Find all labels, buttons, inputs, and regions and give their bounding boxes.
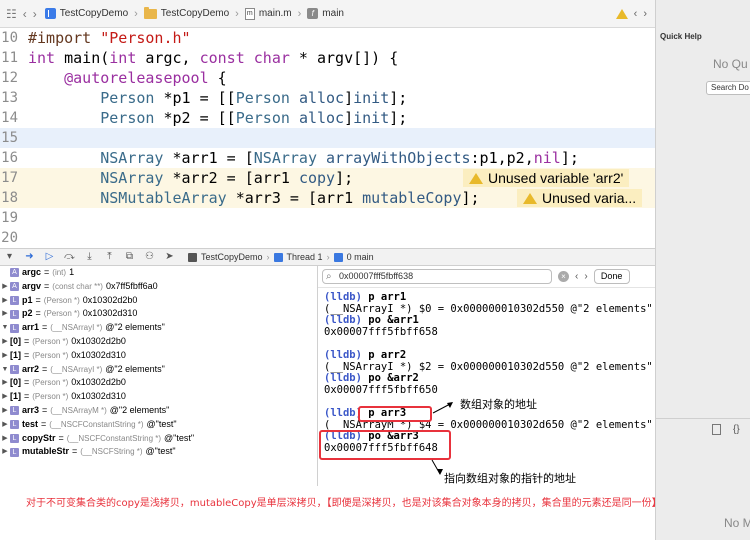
arrowhead: [437, 469, 443, 475]
annotation-arrows: [431, 402, 453, 475]
annotation-summary: 对于不可变集合类的copy是浅拷贝，mutableCopy是单层深拷贝，【即便是…: [26, 498, 662, 509]
annotation-pointer-address: 指向数组对象的指针的地址: [444, 472, 576, 485]
annotation-array-address: 数组对象的地址: [460, 398, 537, 411]
